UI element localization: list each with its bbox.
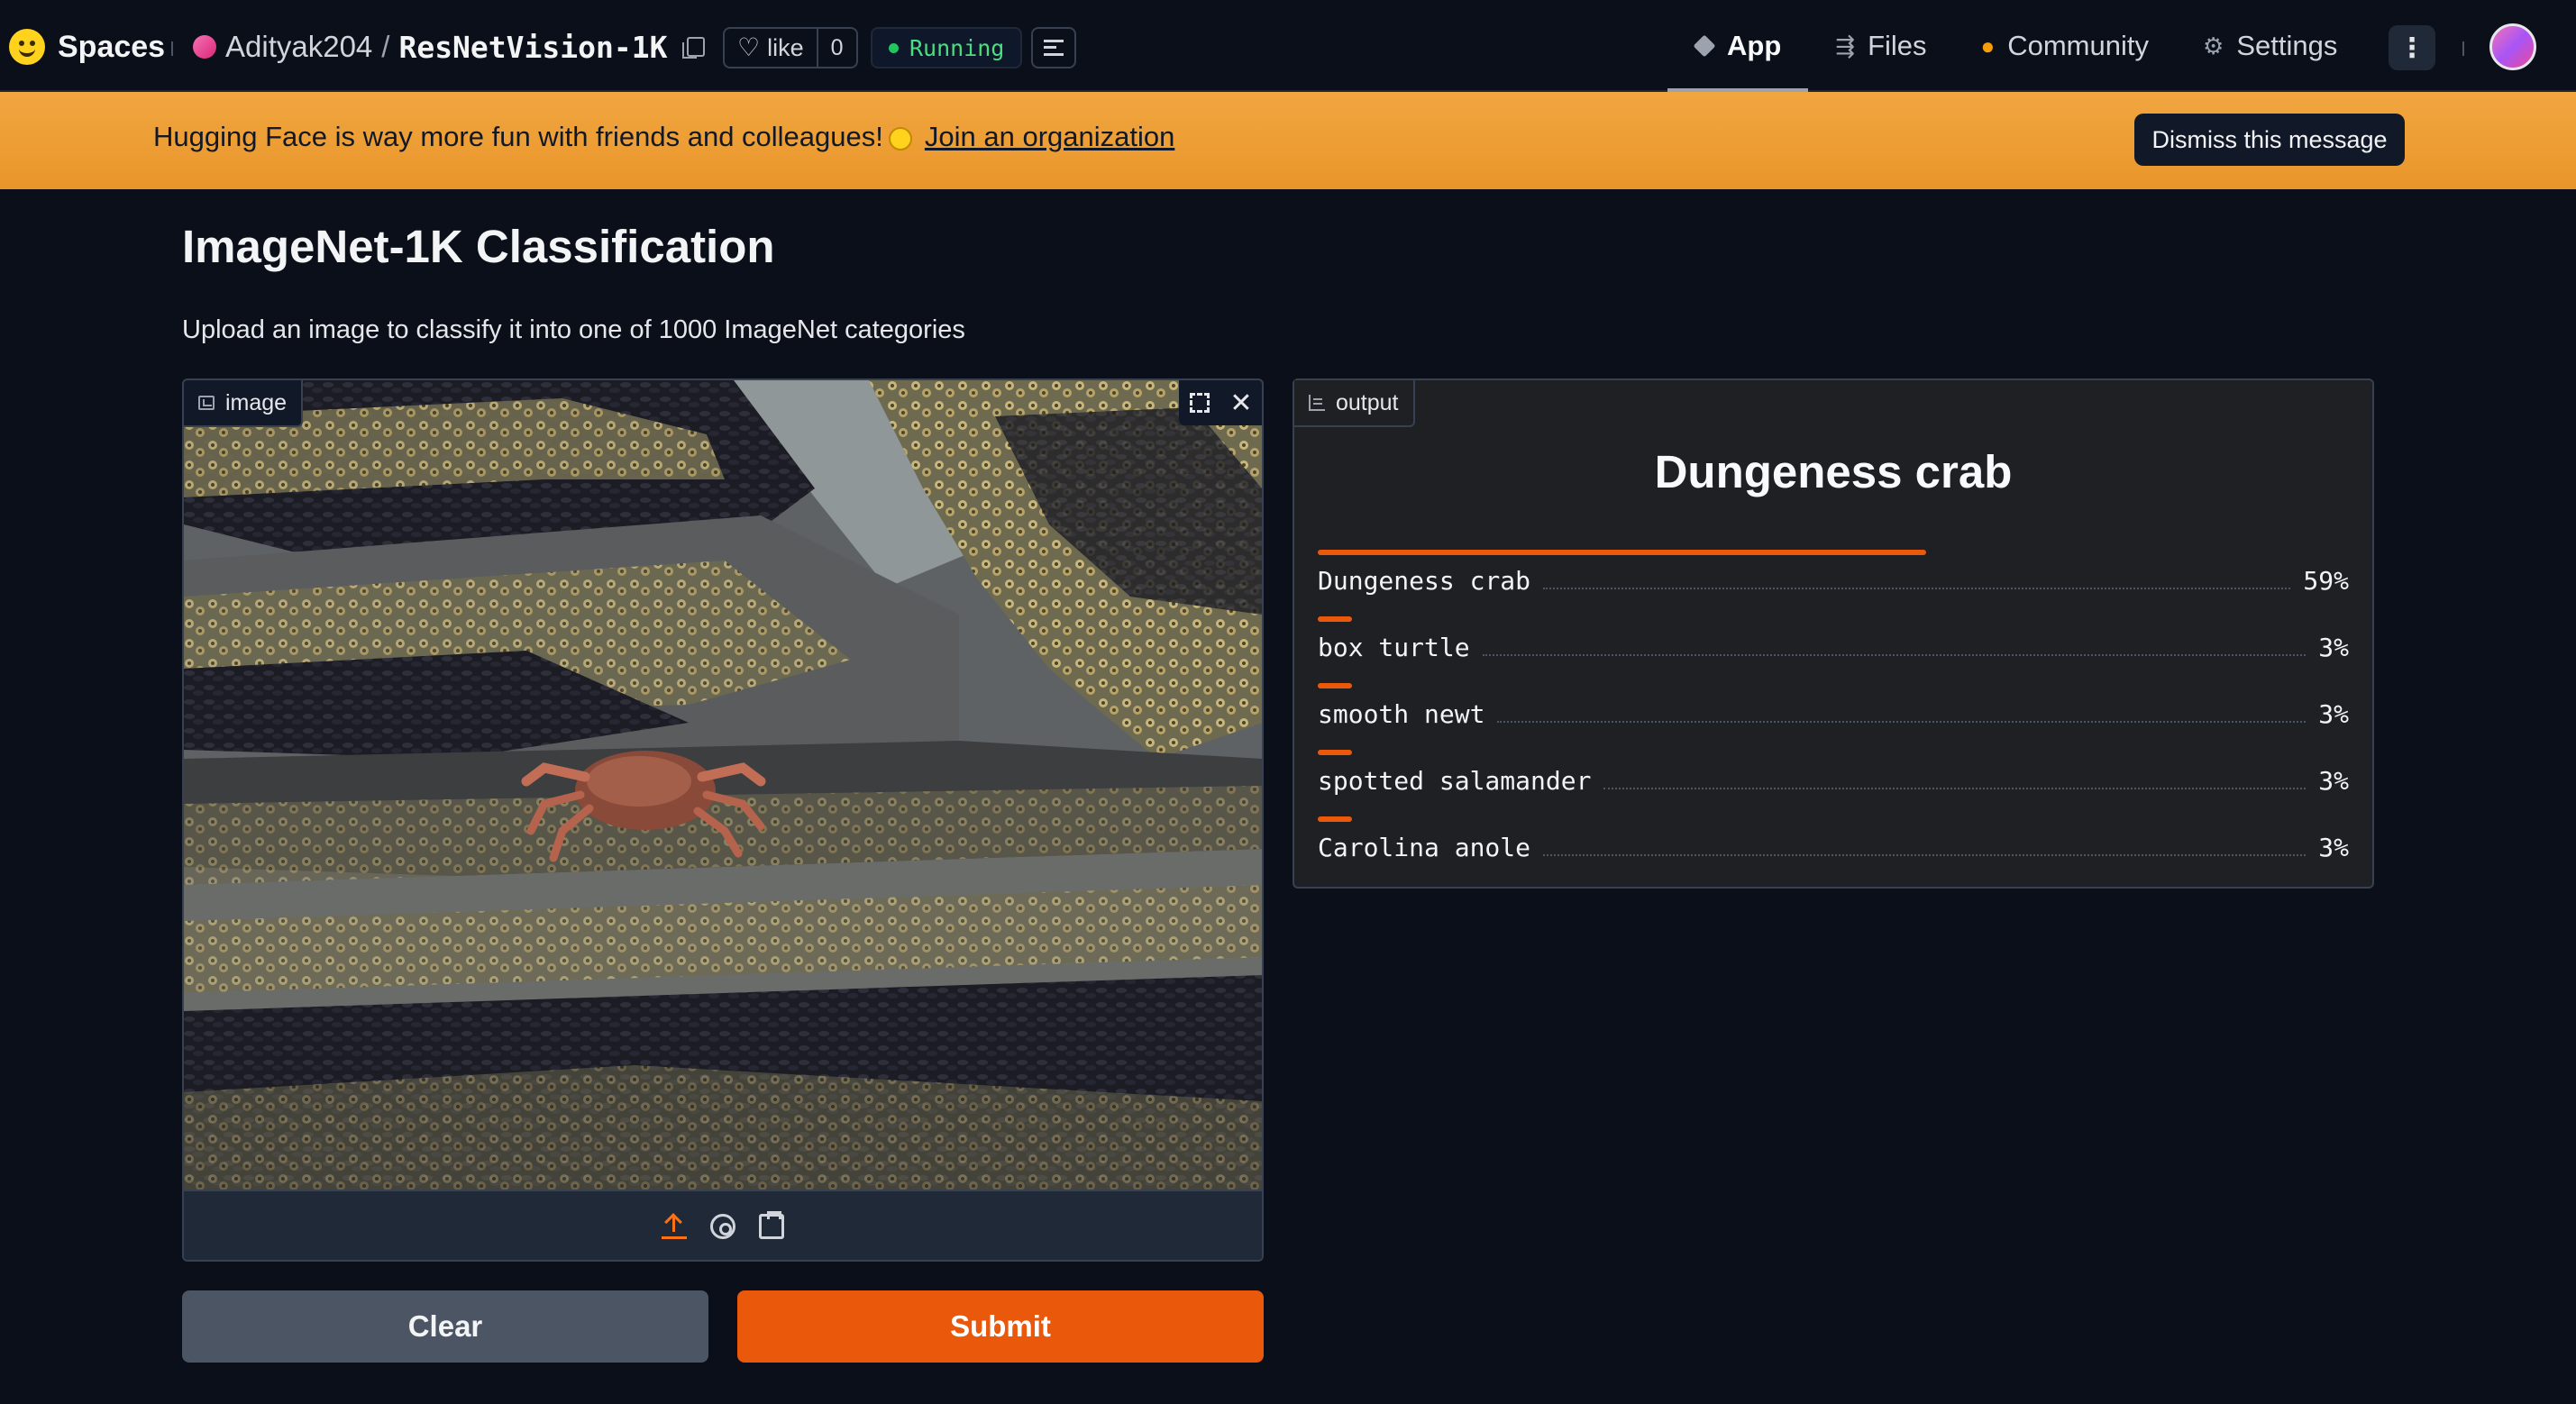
- remove-image-button[interactable]: ✕: [1220, 380, 1262, 425]
- join-organization-link[interactable]: Join an organization: [925, 121, 1174, 152]
- status-label: Running: [909, 34, 1005, 61]
- tab-settings[interactable]: ⚙ Settings: [2176, 0, 2364, 92]
- cube-icon: [1693, 34, 1716, 58]
- space-tabs: App ⇶ Files ● Community ⚙ Settings: [1667, 0, 2364, 92]
- tab-settings-label: Settings: [2236, 30, 2338, 61]
- confidence-bar: [1318, 683, 1352, 688]
- close-icon: ✕: [1229, 387, 1253, 418]
- logs-button[interactable]: [1031, 27, 1076, 68]
- submit-button[interactable]: Submit: [737, 1290, 1264, 1363]
- logs-icon: [1044, 40, 1064, 56]
- image-label-tag: image: [184, 380, 304, 427]
- like-label: like: [767, 33, 804, 61]
- confidence-value: 3%: [2318, 699, 2349, 729]
- image-toolbar: ✕: [1179, 380, 1262, 425]
- tab-community-label: Community: [2007, 30, 2149, 61]
- hugging-face-logo-icon: [9, 29, 45, 65]
- image-label: image: [225, 389, 288, 415]
- status-dot-icon: [889, 42, 899, 53]
- tab-files-label: Files: [1868, 30, 1927, 61]
- confidence-value: 3%: [2318, 833, 2349, 862]
- class-label: smooth newt: [1318, 699, 1485, 729]
- breadcrumb-separator: /: [381, 30, 390, 63]
- confidence-value: 59%: [2303, 566, 2349, 596]
- nav-divider: [171, 41, 173, 56]
- brand-label: Spaces: [58, 29, 166, 64]
- confidence-bar: [1318, 616, 1352, 622]
- confidence-bar: [1318, 816, 1352, 822]
- banner-message: Hugging Face is way more fun with friend…: [153, 121, 1174, 153]
- more-options-button[interactable]: ⋮: [2389, 25, 2435, 70]
- class-label: spotted salamander: [1318, 766, 1592, 796]
- uploaded-image: [184, 380, 1262, 1190]
- expand-icon: [1190, 393, 1210, 413]
- image-source-bar: [184, 1190, 1262, 1260]
- status-badge[interactable]: Running: [871, 27, 1023, 68]
- fullscreen-button[interactable]: [1179, 380, 1220, 425]
- heart-icon: ♡: [737, 33, 761, 61]
- tab-files[interactable]: ⇶ Files: [1808, 0, 1953, 92]
- files-icon: ⇶: [1835, 32, 1856, 59]
- image-icon: [198, 396, 215, 410]
- banner-text: Hugging Face is way more fun with friend…: [153, 121, 883, 152]
- hugging-face-emoji-icon: [888, 126, 912, 150]
- confidence-value: 3%: [2318, 633, 2349, 662]
- tab-community[interactable]: ● Community: [1954, 0, 2176, 92]
- spaces-home-link[interactable]: Spaces: [9, 25, 165, 68]
- like-button[interactable]: ♡ like 0: [723, 27, 858, 68]
- label-output-panel: output Dungeness crab Dungeness crab 59% …: [1293, 378, 2374, 889]
- webcam-icon[interactable]: [710, 1214, 735, 1239]
- community-icon: ●: [1980, 32, 1996, 59]
- repo-breadcrumb: Adityak204 / ResNetVision-1K: [193, 25, 706, 68]
- confidence-value: 3%: [2318, 766, 2349, 796]
- gear-icon: ⚙: [2203, 32, 2224, 59]
- confidence-bar: [1318, 750, 1352, 755]
- output-label-tag: output: [1294, 380, 1415, 427]
- class-label: box turtle: [1318, 633, 1470, 662]
- copy-icon[interactable]: [682, 37, 706, 59]
- top-navigation: Spaces Adityak204 / ResNetVision-1K ♡ li…: [0, 0, 2576, 92]
- output-label: output: [1336, 389, 1399, 415]
- clipboard-icon[interactable]: [759, 1211, 784, 1239]
- user-avatar[interactable]: [2489, 23, 2536, 70]
- clear-button[interactable]: Clear: [182, 1290, 708, 1363]
- dismiss-message-button[interactable]: Dismiss this message: [2134, 114, 2405, 166]
- owner-avatar[interactable]: [193, 35, 216, 59]
- repo-owner-link[interactable]: Adityak204: [225, 30, 372, 64]
- bar-chart-icon: [1309, 395, 1325, 411]
- repo-name-link[interactable]: ResNetVision-1K: [398, 30, 667, 65]
- predicted-label: Dungeness crab: [1654, 446, 2013, 497]
- nav-divider: [2462, 41, 2464, 56]
- upload-icon[interactable]: [662, 1214, 687, 1239]
- like-count[interactable]: 0: [818, 35, 856, 61]
- tab-app-label: App: [1727, 30, 1782, 61]
- tab-app[interactable]: App: [1667, 0, 1809, 92]
- class-label: Dungeness crab: [1318, 566, 1531, 596]
- confidence-bar: [1318, 550, 1926, 555]
- image-input-panel: image ✕: [182, 378, 1264, 1262]
- page-title: ImageNet-1K Classification: [182, 221, 775, 272]
- class-label: Carolina anole: [1318, 833, 1531, 862]
- page-description: Upload an image to classify it into one …: [182, 315, 965, 344]
